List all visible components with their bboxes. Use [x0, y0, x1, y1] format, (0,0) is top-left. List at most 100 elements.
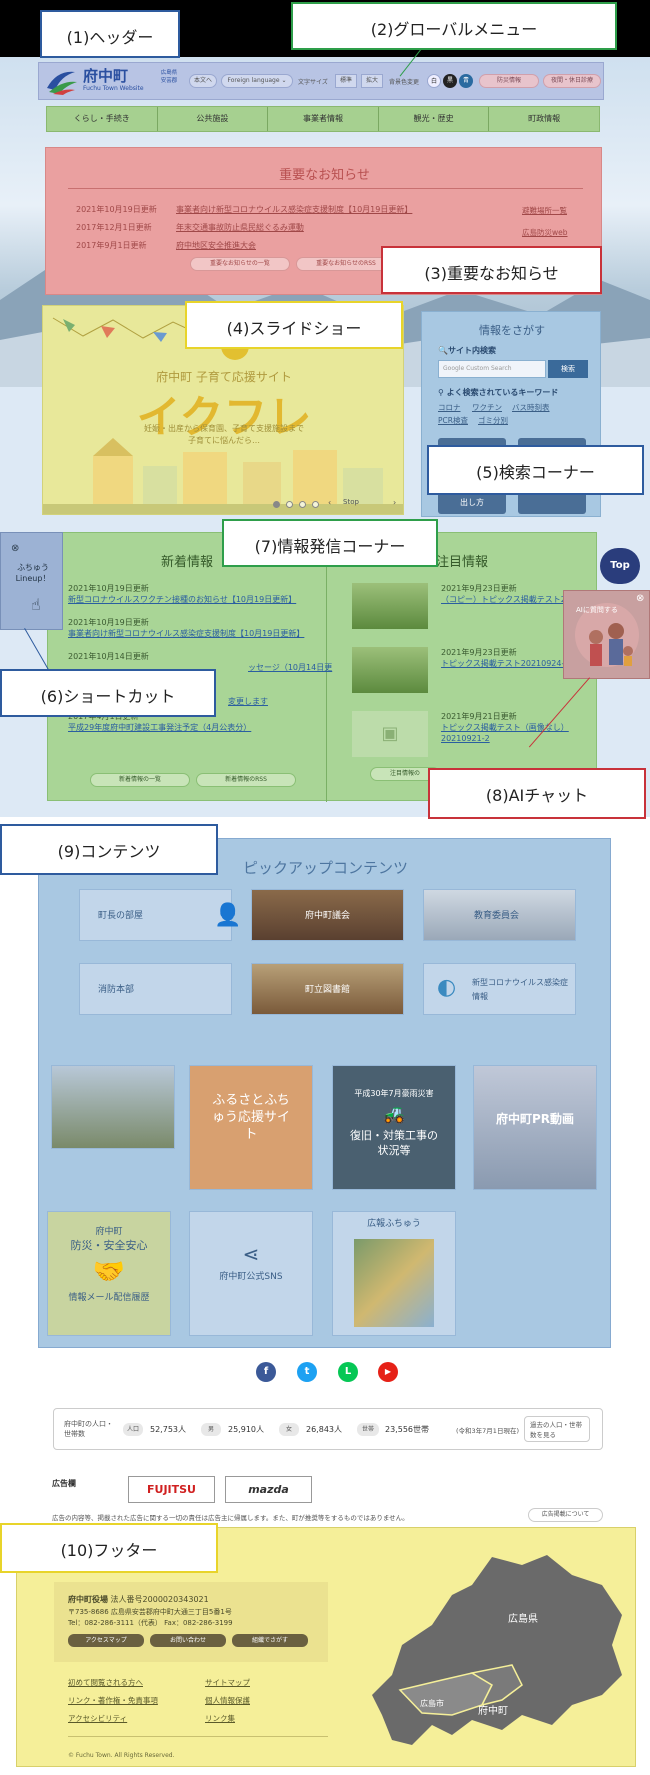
color-change-label: 背景色変更	[389, 79, 420, 86]
office-tel: Tel：082-286-3111（代表） Fax：082-286-3199	[68, 1619, 233, 1627]
keyword-link[interactable]: バス時刻表	[512, 402, 550, 413]
news-link[interactable]: 事業者向け新型コロナウイルス感染症支援制度【10月19日更新】	[68, 628, 304, 639]
ad-mazda[interactable]: mazda	[225, 1476, 312, 1503]
disaster-info-button[interactable]: 防災情報	[479, 74, 539, 88]
contact-button[interactable]: お問い合わせ	[150, 1634, 226, 1647]
featured-link[interactable]: トピックス掲載テスト（画像なし）20210921-2	[441, 722, 611, 744]
banner-pr-video[interactable]: 府中町PR動画	[473, 1065, 597, 1190]
featured-thumbnail[interactable]: ▣	[352, 711, 428, 757]
sns-label: 府中町公式SNS	[219, 1272, 283, 1282]
banner-sns[interactable]: ⋖ 府中町公式SNS	[189, 1211, 313, 1336]
news-rss-button[interactable]: 新着情報のRSS	[196, 773, 296, 787]
color-white-button[interactable]: 白	[427, 74, 441, 88]
office-address: 〒735-8686 広島県安芸郡府中町大通三丁目5番1号	[68, 1608, 232, 1616]
notice-link[interactable]: 年末交通事故防止県民総ぐるみ運動	[176, 223, 304, 232]
keyword-title: よく検索されているキーワード	[446, 388, 559, 397]
font-standard-button[interactable]: 標準	[335, 74, 357, 88]
slide-dot[interactable]	[299, 501, 306, 508]
image-placeholder-icon: ▣	[381, 723, 399, 744]
nav-item-tourism[interactable]: 観光・歴史	[379, 107, 490, 131]
nav-item-government[interactable]: 町政情報	[489, 107, 599, 131]
foreign-language-select[interactable]: Foreign language ⌄	[221, 74, 293, 88]
banner-bousai[interactable]: 府中町 防災・安全安心 🤝 情報メール配信履歴	[47, 1211, 171, 1336]
news-link[interactable]: 平成29年度府中町建設工事発注予定（4月公表分）	[68, 722, 251, 733]
search-button[interactable]: 検索	[548, 360, 588, 378]
logo-icon[interactable]	[43, 66, 79, 96]
population-household: 23,556世帯	[385, 1425, 429, 1434]
notice-link[interactable]: 事業者向け新型コロナウイルス感染症支援制度【10月19日更新】	[176, 205, 412, 214]
population-label: 府中町の人口・世帯数	[64, 1420, 113, 1438]
keyword-link[interactable]: ゴミ分別	[478, 415, 508, 426]
youtube-icon[interactable]: ▶	[378, 1362, 398, 1382]
keyword-link[interactable]: コロナ	[438, 402, 461, 413]
featured-thumbnail[interactable]	[352, 583, 428, 629]
office-contact: 〒735-8686 広島県安芸郡府中町大通三丁目5番1号 Tel：082-286-…	[68, 1607, 233, 1629]
nav-item-facilities[interactable]: 公共施設	[158, 107, 269, 131]
pickup-mayor[interactable]: 町長の部屋	[79, 889, 232, 941]
pickup-education[interactable]: 教育委員会	[423, 889, 576, 941]
close-icon[interactable]: ⊗	[11, 543, 19, 554]
footer-link[interactable]: リンク・著作権・免責事項	[68, 1695, 158, 1706]
footer-link[interactable]: サイトマップ	[205, 1677, 250, 1688]
label-ai-chat: (8)AIチャット	[428, 768, 646, 819]
banner-kouhou[interactable]: 広報ふちゅう	[332, 1211, 456, 1336]
pickup-fire-department[interactable]: 消防本部	[79, 963, 232, 1015]
featured-date: 2021年9月21日更新	[441, 712, 517, 721]
facebook-icon[interactable]: f	[256, 1362, 276, 1382]
keyword-link[interactable]: ワクチン	[472, 402, 502, 413]
footer-link[interactable]: リンク集	[205, 1713, 235, 1724]
banner-recovery[interactable]: 平成30年7月豪雨災害 🚜 復旧・対策工事の状況等	[332, 1065, 456, 1190]
font-large-button[interactable]: 拡大	[361, 74, 383, 88]
logo-badge: 広島県安芸郡	[160, 70, 178, 84]
news-link[interactable]: 新型コロナウイルスワクチン接種のお知らせ【10月19日更新】	[68, 594, 296, 605]
nav-item-business[interactable]: 事業者情報	[268, 107, 379, 131]
notice-item: 2017年9月1日更新 府中地区安全推進大会	[76, 240, 256, 251]
slide-stop-button[interactable]: Stop	[343, 498, 359, 506]
banner-pr-text: 府中町PR動画	[495, 1112, 575, 1126]
ai-chat-widget[interactable]: ⊗ AIに質問する	[563, 590, 650, 679]
twitter-icon[interactable]: t	[297, 1362, 317, 1382]
news-list-button[interactable]: 新着情報の一覧	[90, 773, 190, 787]
search-input[interactable]: Google Custom Search	[438, 360, 546, 378]
color-blue-button[interactable]: 青	[459, 74, 473, 88]
logo-text[interactable]: 府中町	[83, 65, 128, 86]
ad-about-link[interactable]: 広告掲載について	[528, 1508, 603, 1522]
slide-prev-icon[interactable]: ‹	[328, 498, 331, 507]
pointer-icon: ☝	[31, 595, 41, 614]
color-black-button[interactable]: 黒	[443, 74, 457, 88]
footer-link[interactable]: アクセシビリティ	[68, 1713, 127, 1724]
skip-to-content-link[interactable]: 本文へ	[189, 74, 217, 88]
office-info: 府中町役場 法人番号2000020343021 〒735-8686 広島県安芸郡…	[54, 1582, 328, 1662]
hiroshima-bousai-link[interactable]: 広島防災web	[522, 227, 568, 238]
evacuation-list-link[interactable]: 避難場所一覧	[522, 205, 567, 216]
banner-landscape[interactable]	[51, 1065, 175, 1149]
featured-thumbnail[interactable]	[352, 647, 428, 693]
notice-link[interactable]: 府中地区安全推進大会	[176, 241, 256, 250]
nav-item-living[interactable]: くらし・手続き	[47, 107, 158, 131]
past-population-button[interactable]: 過去の人口・世帯数を見る	[524, 1416, 590, 1442]
banner-furusato[interactable]: ふるさとふちゅう応援サイト	[189, 1065, 313, 1190]
holiday-clinic-button[interactable]: 夜間・休日診療	[543, 74, 601, 88]
slide-dot[interactable]	[273, 501, 280, 508]
pickup-library[interactable]: 町立図書館	[251, 963, 404, 1015]
org-search-button[interactable]: 組織でさがす	[232, 1634, 308, 1647]
search-category-button[interactable]	[518, 492, 586, 514]
male-tag: 男	[201, 1423, 221, 1436]
line-icon[interactable]: L	[338, 1362, 358, 1382]
back-to-top-button[interactable]: Top	[600, 548, 640, 584]
shortcut-banner[interactable]: ⊗ ふちゅう Lineup！ ☝	[0, 532, 63, 630]
news-item: 2021年10月19日更新 事業者向け新型コロナウイルス感染症支援制度【10月19…	[68, 617, 304, 639]
slide-dot[interactable]	[312, 501, 319, 508]
pickup-council[interactable]: 府中町議会	[251, 889, 404, 941]
keyword-link[interactable]: PCR検査	[438, 415, 468, 426]
notice-list-button[interactable]: 重要なお知らせの一覧	[190, 257, 290, 271]
garbage-guide-button[interactable]: 出し方	[438, 492, 506, 514]
slide-next-icon[interactable]: ›	[393, 498, 396, 507]
ad-fujitsu[interactable]: FUJITSU	[128, 1476, 215, 1503]
footer-link[interactable]: 個人情報保護	[205, 1695, 250, 1706]
slide-dot[interactable]	[286, 501, 293, 508]
access-map-button[interactable]: アクセスマップ	[68, 1634, 144, 1647]
label-contents: (9)コンテンツ	[0, 824, 218, 875]
footer-link[interactable]: 初めて閲覧される方へ	[68, 1677, 143, 1688]
notice-item: 2017年12月1日更新 年末交通事故防止県民総ぐるみ運動	[76, 222, 304, 233]
